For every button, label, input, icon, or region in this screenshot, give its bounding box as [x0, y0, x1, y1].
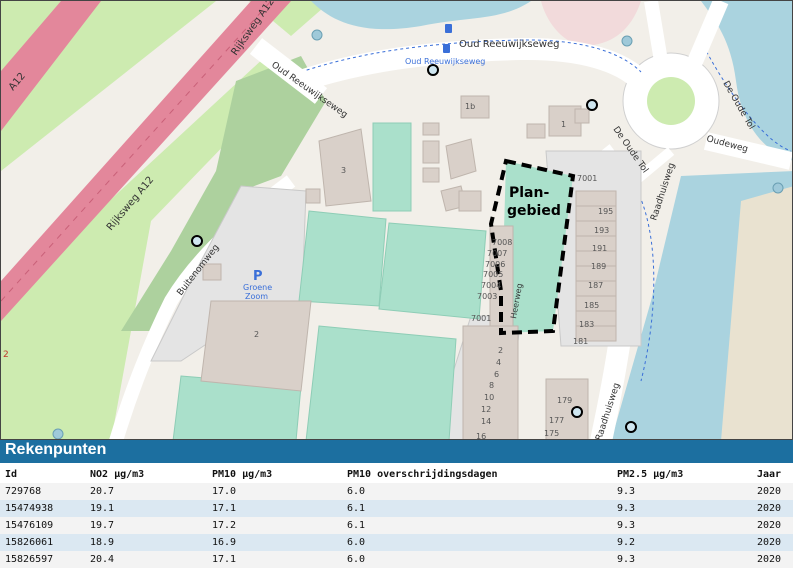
cell-pm25: 9.2 — [612, 534, 752, 551]
column-header: PM10 overschrijdingsdagen — [347, 469, 498, 480]
cell-pm10-days: 6.0 — [342, 551, 612, 568]
svg-text:7006: 7006 — [485, 260, 505, 269]
cell-pm10: 17.2 — [207, 517, 342, 534]
roundabout-island — [647, 77, 695, 125]
svg-text:2: 2 — [254, 330, 259, 339]
cell-year: 2020 — [752, 517, 793, 534]
label-plangebied: Plan- — [509, 185, 549, 201]
svg-text:7007: 7007 — [487, 249, 507, 258]
svg-text:189: 189 — [591, 262, 606, 271]
svg-text:4: 4 — [496, 358, 501, 367]
cell-pm25: 9.3 — [612, 500, 752, 517]
svg-text:1: 1 — [561, 120, 566, 129]
rekenpunten-header: Rekenpunten — [0, 440, 793, 463]
bus-stop-icon[interactable] — [443, 44, 450, 53]
cell-id: 15826597 — [0, 551, 85, 568]
svg-text:7001: 7001 — [471, 314, 491, 323]
cell-year: 2020 — [752, 483, 793, 500]
svg-text:7001: 7001 — [577, 174, 597, 183]
cell-year: 2020 — [752, 551, 793, 568]
column-header: PM10 µg/m3 — [212, 469, 273, 480]
svg-text:191: 191 — [592, 244, 607, 253]
cell-pm25: 9.3 — [612, 517, 752, 534]
svg-text:183: 183 — [579, 320, 594, 329]
svg-text:12: 12 — [481, 405, 491, 414]
sports-field — [305, 325, 457, 439]
svg-text:193: 193 — [594, 226, 609, 235]
svg-text:6: 6 — [494, 370, 499, 379]
svg-text:7003: 7003 — [477, 292, 497, 301]
results-table: Id NO2 µg/m3 PM10 µg/m3 PM10 overschrijd… — [0, 466, 793, 568]
cell-year: 2020 — [752, 534, 793, 551]
cell-no2: 20.7 — [85, 483, 207, 500]
cell-no2: 19.1 — [85, 500, 207, 517]
cell-pm25: 9.3 — [612, 551, 752, 568]
map-canvas[interactable]: A12 Rijksweg A12 Rijksweg A12 Oud Reeuwi… — [1, 1, 793, 440]
cell-no2: 20.4 — [85, 551, 207, 568]
svg-text:14: 14 — [481, 417, 491, 426]
label-parking: Groene — [243, 283, 272, 292]
sports-field — [372, 122, 412, 212]
label-shield: 2 — [3, 350, 9, 360]
label-parking: Zoom — [245, 292, 268, 301]
cell-no2: 18.9 — [85, 534, 207, 551]
cell-pm10: 17.0 — [207, 483, 342, 500]
svg-text:175: 175 — [544, 429, 559, 438]
svg-text:179: 179 — [557, 396, 572, 405]
svg-text:7005: 7005 — [483, 270, 503, 279]
column-header: NO2 µg/m3 — [90, 469, 145, 480]
parking-icon: P — [253, 269, 263, 284]
svg-text:181: 181 — [573, 337, 588, 346]
svg-text:187: 187 — [588, 281, 603, 290]
svg-text:7004: 7004 — [481, 281, 501, 290]
cell-pm10-days: 6.1 — [342, 517, 612, 534]
column-header: Id — [5, 469, 18, 480]
sports-field — [378, 222, 487, 320]
table-row[interactable]: 15826597 20.4 17.1 6.0 9.3 2020 — [0, 551, 793, 568]
svg-text:195: 195 — [598, 207, 613, 216]
label-busstop: Oud Reeuwijkseweg — [405, 57, 485, 66]
svg-text:16: 16 — [476, 432, 486, 440]
cell-pm10-days: 6.1 — [342, 500, 612, 517]
svg-text:2: 2 — [498, 346, 503, 355]
svg-text:8: 8 — [489, 381, 494, 390]
svg-text:7008: 7008 — [492, 238, 512, 247]
label-street: Oud Reeuwijkseweg — [459, 39, 559, 50]
svg-text:1b: 1b — [465, 102, 475, 111]
table-row[interactable]: 15474938 19.1 17.1 6.1 9.3 2020 — [0, 500, 793, 517]
column-header: PM2.5 µg/m3 — [617, 469, 684, 480]
cell-id: 729768 — [0, 483, 85, 500]
cell-pm10-days: 6.0 — [342, 483, 612, 500]
bus-stop-icon[interactable] — [445, 24, 452, 33]
cell-year: 2020 — [752, 500, 793, 517]
cell-pm10-days: 6.0 — [342, 534, 612, 551]
table-header-row: Id NO2 µg/m3 PM10 µg/m3 PM10 overschrijd… — [0, 466, 793, 483]
svg-text:177: 177 — [549, 416, 564, 425]
map-view[interactable]: A12 Rijksweg A12 Rijksweg A12 Oud Reeuwi… — [0, 0, 793, 440]
panel-title: Rekenpunten — [5, 441, 107, 458]
svg-text:185: 185 — [584, 301, 599, 310]
svg-text:3: 3 — [341, 166, 346, 175]
table-row[interactable]: 15826061 18.9 16.9 6.0 9.2 2020 — [0, 534, 793, 551]
label-plangebied: gebied — [507, 203, 561, 219]
cell-pm25: 9.3 — [612, 483, 752, 500]
cell-pm10: 17.1 — [207, 551, 342, 568]
table-row[interactable]: 729768 20.7 17.0 6.0 9.3 2020 — [0, 483, 793, 500]
cell-id: 15476109 — [0, 517, 85, 534]
svg-text:10: 10 — [484, 393, 494, 402]
sports-field — [298, 210, 387, 307]
cell-pm10: 16.9 — [207, 534, 342, 551]
table-row[interactable]: 15476109 19.7 17.2 6.1 9.3 2020 — [0, 517, 793, 534]
cell-no2: 19.7 — [85, 517, 207, 534]
cell-id: 15474938 — [0, 500, 85, 517]
column-header: Jaar — [757, 469, 782, 480]
cell-pm10: 17.1 — [207, 500, 342, 517]
cell-id: 15826061 — [0, 534, 85, 551]
